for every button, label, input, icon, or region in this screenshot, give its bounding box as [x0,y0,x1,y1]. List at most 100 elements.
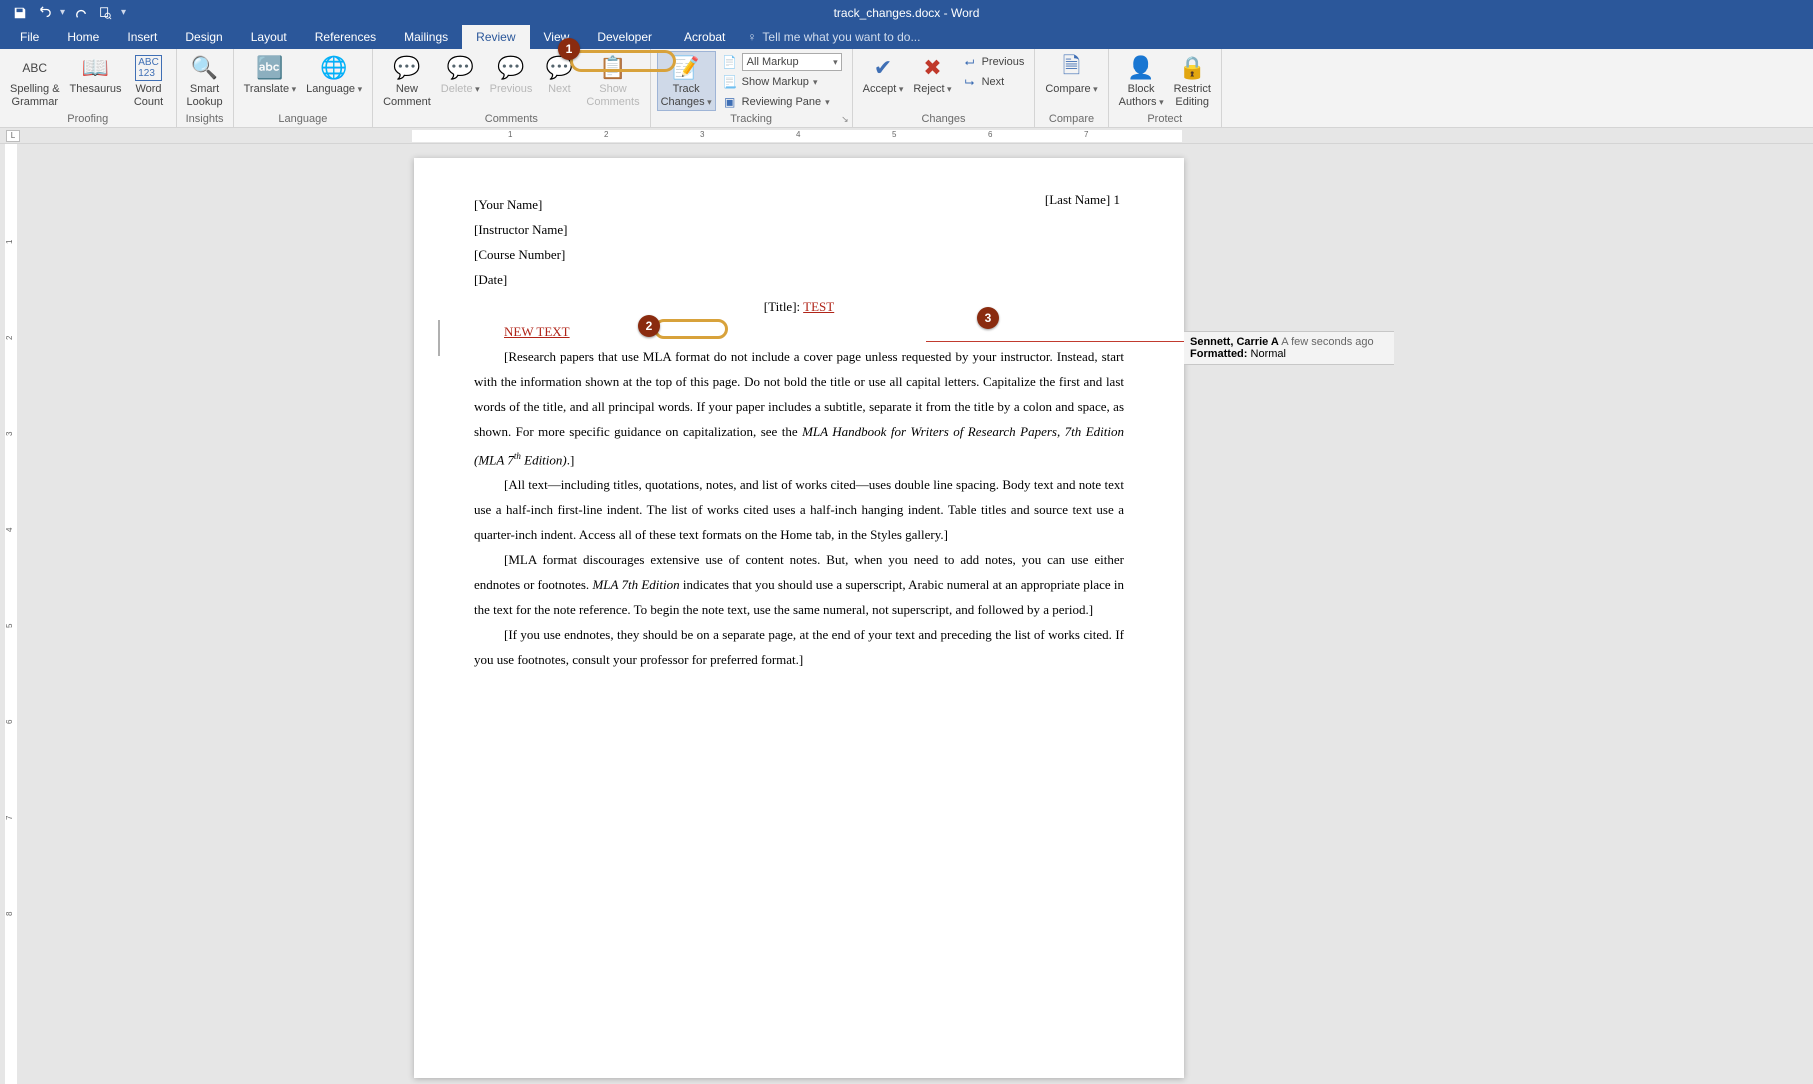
annotation-badge-2: 2 [638,315,660,337]
show-markup-label: Show Markup [742,76,809,88]
delete-comment-icon: 💬 [446,53,473,83]
tab-file[interactable]: File [6,25,53,49]
compare-label: Compare [1045,83,1097,96]
revision-format-label: Formatted: [1190,348,1247,360]
display-for-review-select[interactable]: 📄 All Markup [718,53,846,71]
group-compare: 🗎 Compare Compare [1035,49,1108,127]
smart-lookup-button[interactable]: 🔍 Smart Lookup [183,51,227,111]
group-proofing: ABC Spelling & Grammar 📖 Thesaurus ABC12… [0,49,177,127]
tab-mailings[interactable]: Mailings [390,25,462,49]
restrict-editing-icon: 🔒 [1179,53,1206,83]
change-bar [438,320,440,356]
group-language-label: Language [240,113,366,127]
tab-references[interactable]: References [301,25,390,49]
tell-me-placeholder: Tell me what you want to do... [762,30,920,44]
group-tracking-label: Tracking [657,113,846,127]
window-title: track_changes.docx - Word [834,6,980,20]
accept-button[interactable]: ✔ Accept [859,51,908,98]
paragraph-3: [MLA format discourages extensive use of… [474,547,1124,622]
document-page[interactable]: [Last Name] 1 [Your Name] [Instructor Na… [414,158,1184,1078]
accept-label: Accept [863,83,904,96]
inserted-new-text: NEW TEXT [504,324,570,339]
tab-home[interactable]: Home [53,25,113,49]
paragraph-1: [Research papers that use MLA format do … [474,344,1124,472]
group-protect: 👤 Block Authors 🔒 Restrict Editing Prote… [1109,49,1222,127]
tab-selector[interactable]: L [6,130,20,142]
language-icon: 🌐 [320,53,347,83]
language-button[interactable]: 🌐 Language [302,51,366,98]
tracking-dialog-launcher-icon[interactable]: ↘ [841,114,849,125]
tell-me-search[interactable]: ♀ Tell me what you want to do... [747,25,920,49]
thesaurus-button[interactable]: 📖 Thesaurus [66,51,126,98]
lightbulb-icon: ♀ [747,30,756,44]
reviewing-pane-button[interactable]: ▣ Reviewing Pane ▾ [718,93,846,111]
group-comments-label: Comments [379,113,644,127]
display-markup-icon: 📄 [722,54,738,70]
qat-customize-icon[interactable]: ▾ [119,7,128,18]
horizontal-ruler[interactable]: L 1 2 3 4 5 6 7 [0,128,1813,144]
revision-card[interactable]: Sennett, Carrie A A few seconds ago Form… [1184,331,1394,365]
new-comment-label: New Comment [383,83,431,109]
page-canvas[interactable]: [Last Name] 1 [Your Name] [Instructor Na… [24,144,1813,1084]
next-change-button[interactable]: ⮡ Next [958,73,1029,91]
tab-developer[interactable]: Developer [583,25,666,49]
wordcount-button[interactable]: ABC123 Word Count [128,51,170,111]
revision-author: Sennett, Carrie A [1190,336,1279,348]
previous-comment-label: Previous [490,83,533,96]
language-label: Language [306,83,362,96]
tab-layout[interactable]: Layout [237,25,301,49]
tab-design[interactable]: Design [171,25,236,49]
ribbon: ABC Spelling & Grammar 📖 Thesaurus ABC12… [0,49,1813,128]
compare-icon: 🗎 [1063,53,1081,83]
translate-button[interactable]: 🔤 Translate [240,51,300,98]
display-markup-value[interactable]: All Markup [742,53,842,71]
thesaurus-label: Thesaurus [70,83,122,96]
previous-change-button[interactable]: ⮠ Previous [958,53,1029,71]
group-changes-label: Changes [859,113,1029,127]
translate-label: Translate [244,83,296,96]
next-change-label: Next [982,76,1005,88]
document-area: 1 2 3 4 5 6 7 8 [Last Name] 1 [Your Name… [0,144,1813,1084]
inserted-title-text: TEST [803,299,834,314]
spellcheck-icon: ABC [22,53,47,83]
document-body[interactable]: [Your Name] [Instructor Name] [Course Nu… [474,192,1124,672]
spelling-grammar-button[interactable]: ABC Spelling & Grammar [6,51,64,111]
tab-insert[interactable]: Insert [113,25,171,49]
previous-change-icon: ⮠ [962,54,978,70]
smart-lookup-label: Smart Lookup [187,83,223,109]
compare-button[interactable]: 🗎 Compare [1041,51,1101,98]
paragraph-2: [All text—including titles, quotations, … [474,472,1124,547]
ribbon-tabs: File Home Insert Design Layout Reference… [0,25,1813,49]
reject-button[interactable]: ✖ Reject [909,51,955,98]
next-change-icon: ⮡ [962,74,978,90]
field-course: [Course Number] [474,242,1124,267]
undo-icon[interactable] [34,3,54,23]
new-comment-button[interactable]: 💬 New Comment [379,51,435,111]
show-comments-label: Show Comments [586,83,639,109]
wordcount-icon: ABC123 [135,53,162,83]
field-instructor: [Instructor Name] [474,217,1124,242]
previous-comment-button: 💬 Previous [486,51,537,98]
ruler-strip: 1 2 3 4 5 6 7 [412,130,1182,142]
block-authors-icon: 👤 [1127,53,1154,83]
print-preview-icon[interactable] [95,3,115,23]
restrict-editing-button[interactable]: 🔒 Restrict Editing [1170,51,1215,111]
translate-icon: 🔤 [256,53,283,83]
show-markup-button[interactable]: 📃 Show Markup ▾ [718,73,846,91]
save-icon[interactable] [10,3,30,23]
delete-comment-label: Delete [441,83,480,96]
block-authors-button[interactable]: 👤 Block Authors [1115,51,1168,111]
title-bar: ▾ ▾ track_changes.docx - Word [0,0,1813,25]
vertical-ruler[interactable]: 1 2 3 4 5 6 7 8 [0,144,24,1084]
redo-icon[interactable] [71,3,91,23]
group-tracking: 📝 Track Changes 📄 All Markup 📃 Show Mark… [651,49,853,127]
revision-format-value: Normal [1251,348,1286,360]
qat-separator: ▾ [58,7,67,18]
tab-acrobat[interactable]: AAcrobat [666,25,739,49]
smart-lookup-icon: 🔍 [191,53,218,83]
revision-balloon[interactable]: Sennett, Carrie A A few seconds ago Form… [1184,331,1394,365]
tab-review[interactable]: Review [462,25,529,49]
reject-icon: ✖ [923,53,941,83]
track-changes-icon: 📝 [672,53,699,83]
group-proofing-label: Proofing [6,113,170,127]
